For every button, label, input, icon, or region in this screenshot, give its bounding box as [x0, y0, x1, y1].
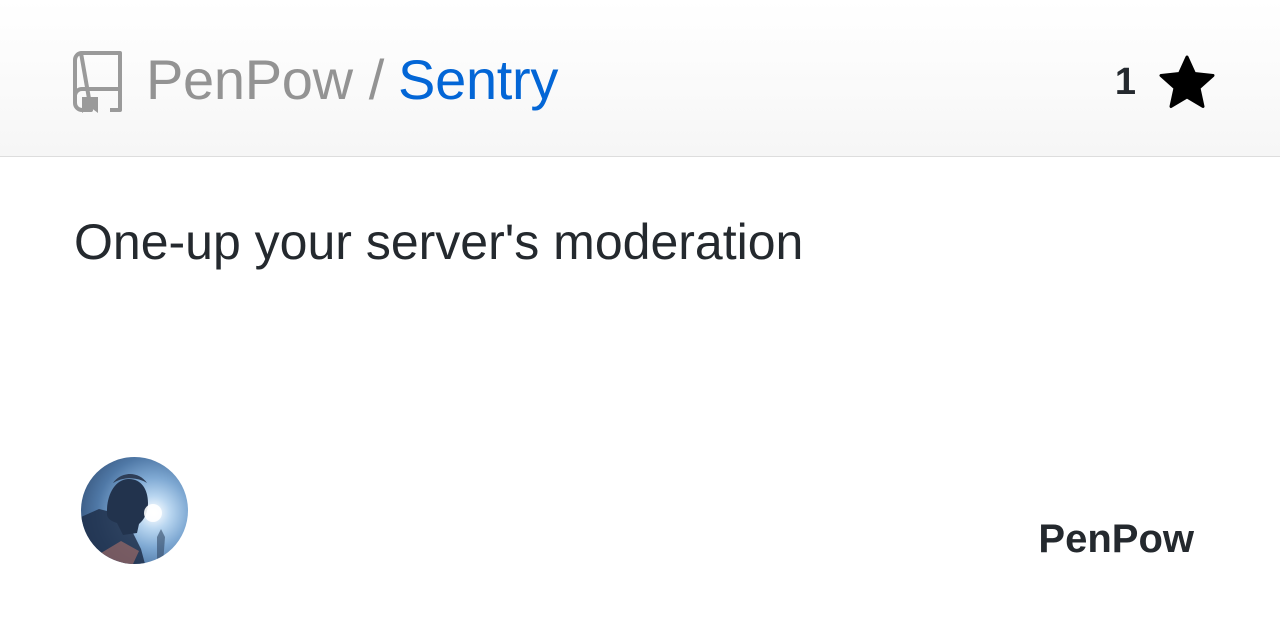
avatar-photo [81, 474, 165, 564]
star-count: 1 [1114, 60, 1136, 103]
author-name: PenPow [1038, 517, 1194, 561]
avatar[interactable] [81, 457, 188, 564]
star-icon [1159, 55, 1215, 108]
repo-owner-link[interactable]: PenPow [146, 48, 353, 111]
repo-name-link[interactable]: Sentry [398, 48, 558, 111]
repo-description: One-up your server's moderation [74, 214, 804, 270]
repo-header: PenPow / Sentry 1 [0, 0, 1280, 157]
repo-book-icon [72, 51, 122, 113]
repo-title: PenPow / Sentry [146, 48, 558, 112]
repo-title-separator: / [368, 48, 385, 111]
star-counter[interactable]: 1 [1115, 52, 1216, 112]
